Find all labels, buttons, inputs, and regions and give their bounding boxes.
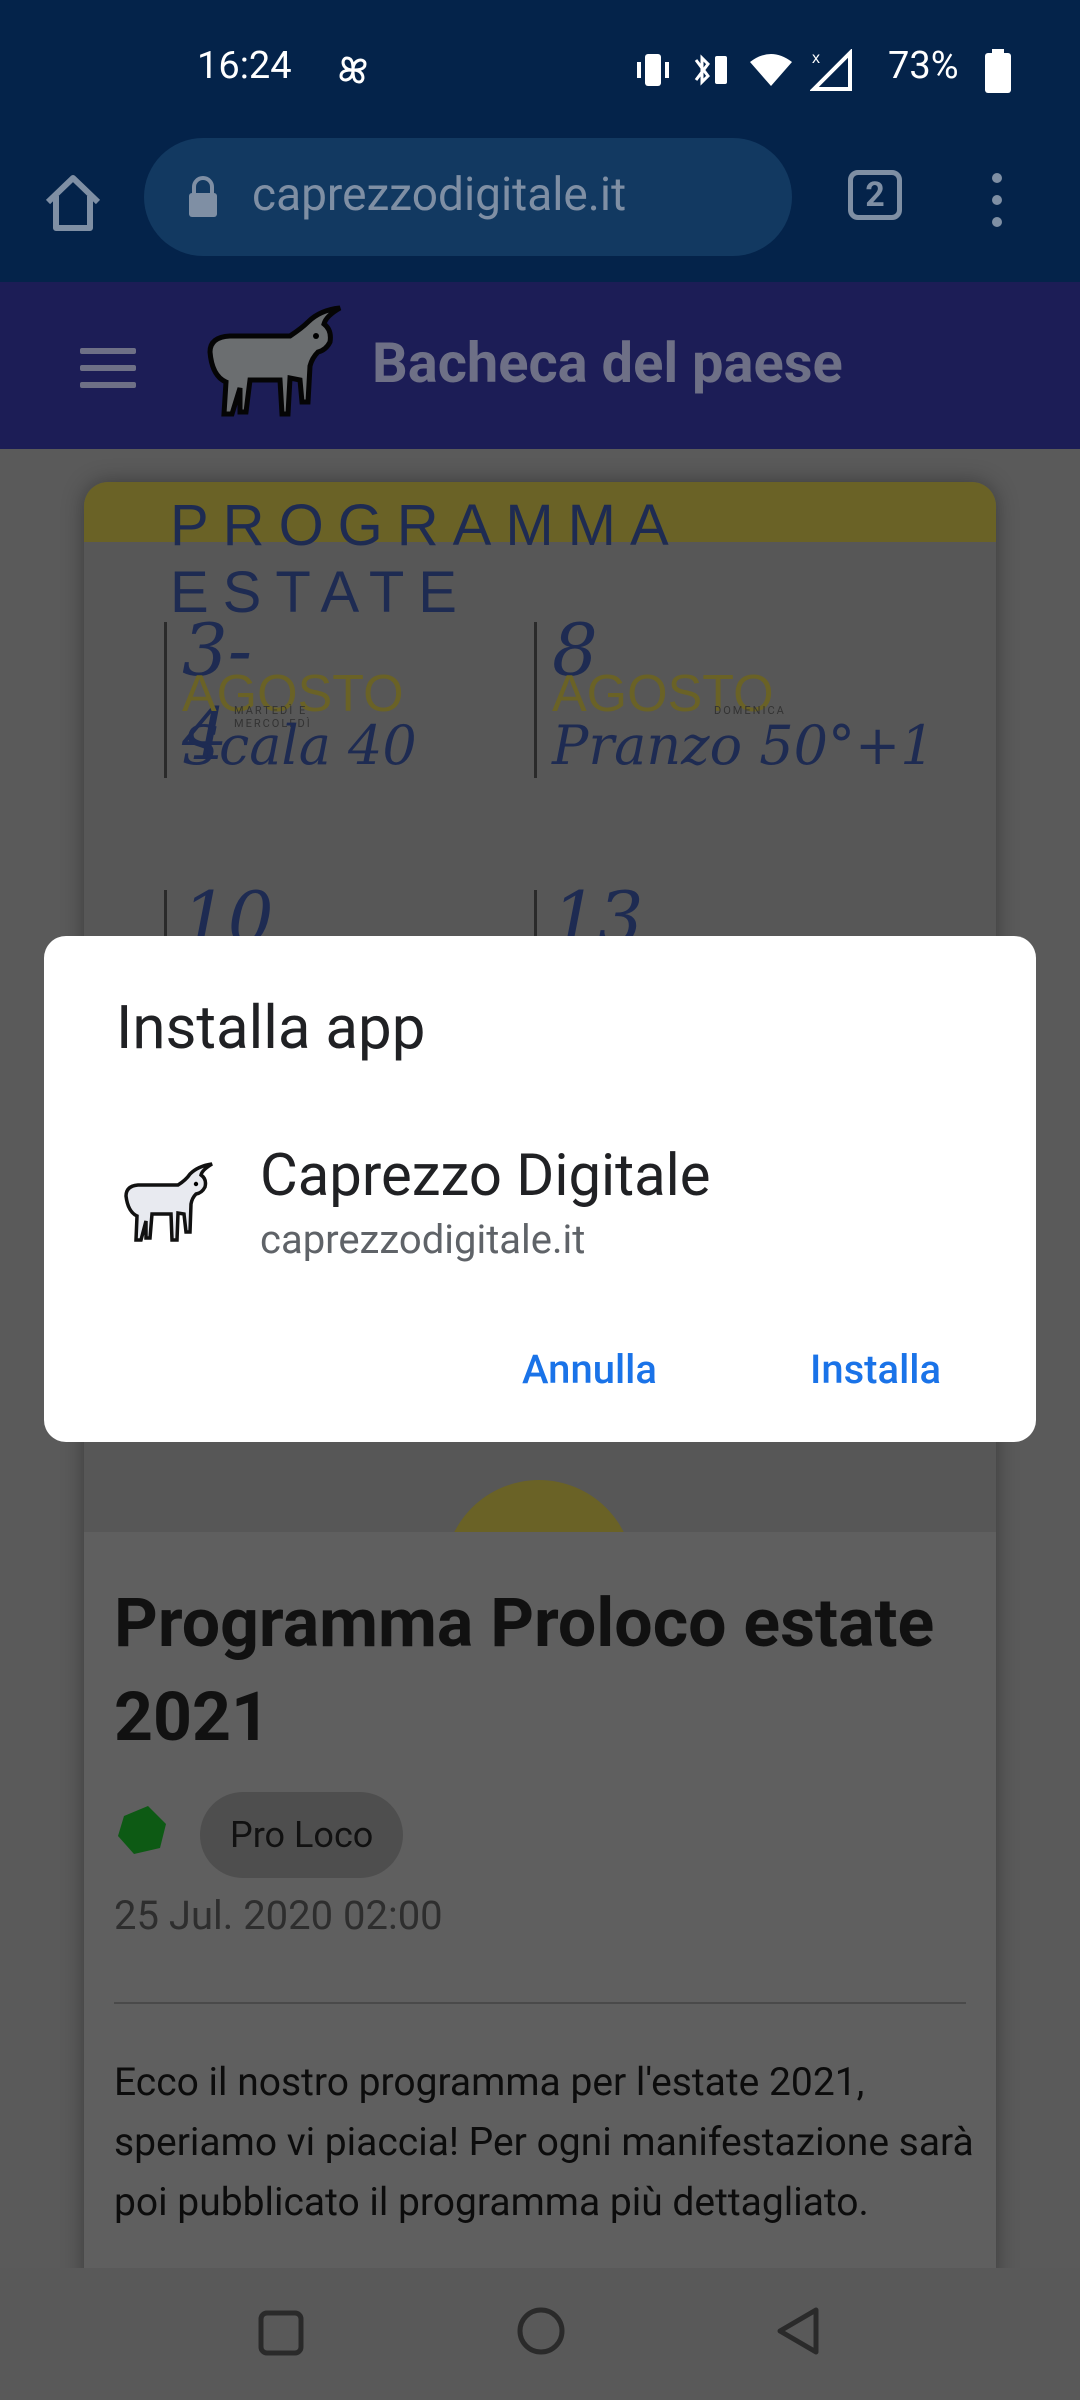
post-body: Ecco il nostro programma per l'estate 20…	[114, 2059, 974, 2225]
lock-icon	[189, 176, 217, 217]
tab-switcher-button[interactable]: 2	[848, 170, 902, 220]
dialog-title: Installa app	[116, 992, 426, 1063]
battery-percent: 73%	[888, 44, 959, 88]
system-nav-bar	[0, 2268, 1080, 2400]
status-bar: 16:24 x 73%	[0, 0, 1080, 138]
wifi-icon	[750, 54, 792, 86]
battery-icon	[985, 49, 1011, 93]
install-app-dialog: Installa app Caprezzo Digitale caprezzod…	[44, 936, 1036, 1442]
install-button[interactable]: Installa	[800, 1336, 951, 1403]
vibrate-icon	[637, 54, 669, 86]
back-icon[interactable]	[772, 2304, 824, 2358]
home-icon[interactable]	[38, 168, 108, 238]
tag-color-icon	[118, 1806, 166, 1854]
pinwheel-icon	[339, 56, 367, 84]
home-nav-icon[interactable]	[514, 2304, 568, 2358]
dialog-app-name: Caprezzo Digitale	[260, 1142, 711, 1210]
poster-title: PROGRAMMA ESTATE	[170, 493, 680, 625]
site-header: Bacheca del paese	[0, 282, 1080, 449]
goat-logo	[207, 305, 342, 417]
cancel-button[interactable]: Annulla	[512, 1336, 667, 1403]
svg-text:x: x	[812, 50, 820, 67]
url-text: caprezzodigitale.it	[252, 168, 627, 222]
hamburger-menu-icon[interactable]	[80, 348, 136, 388]
site-title: Bacheca del paese	[372, 330, 843, 396]
dialog-app-url: caprezzodigitale.it	[260, 1216, 586, 1263]
cell-signal-icon: x	[810, 49, 852, 91]
status-time: 16:24	[197, 44, 292, 88]
more-options-icon[interactable]	[985, 170, 1009, 230]
post-title[interactable]: Programma Proloco estate 2021	[114, 1576, 974, 1764]
divider	[114, 2002, 966, 2004]
bluetooth-battery-icon	[694, 54, 727, 86]
category-chip[interactable]: Pro Loco	[200, 1792, 404, 1878]
app-goat-icon	[124, 1162, 213, 1242]
browser-toolbar: caprezzodigitale.it 2	[0, 138, 1080, 282]
recents-icon[interactable]	[256, 2308, 306, 2358]
post-date: 25 Jul. 2020 02:00	[114, 1892, 443, 1939]
address-bar[interactable]: caprezzodigitale.it	[144, 138, 792, 256]
